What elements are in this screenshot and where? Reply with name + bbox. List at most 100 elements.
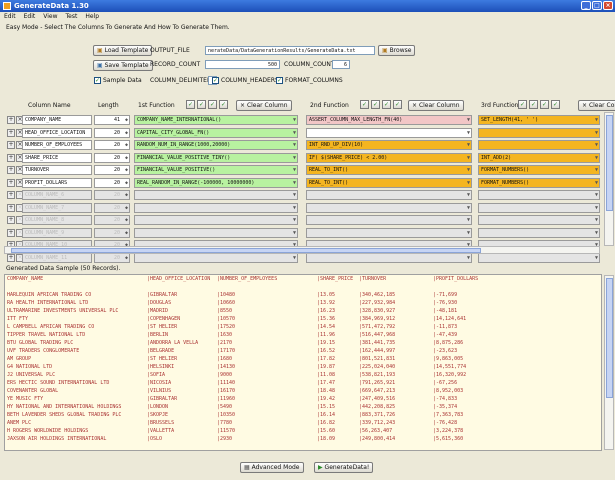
add-row-icon[interactable]: +	[7, 128, 15, 137]
dropdown-arrow-icon[interactable]: ▼	[293, 141, 296, 149]
spinner-icon[interactable]: ◆	[125, 154, 128, 162]
advanced-mode-button[interactable]: ▦ Advanced Mode	[240, 462, 304, 473]
function-2-field[interactable]: INT_RND_UP_DIV(10) ▼	[306, 140, 472, 150]
function-3-field[interactable]: INT_ADD(2) ▼	[478, 152, 600, 163]
dropdown-arrow-icon[interactable]: ▼	[293, 254, 296, 262]
dropdown-arrow-icon[interactable]: ▼	[293, 179, 296, 187]
spinner-icon[interactable]: ◆	[125, 179, 128, 187]
dropdown-arrow-icon[interactable]: ▼	[293, 129, 296, 137]
menu-edit[interactable]: Edit	[24, 12, 36, 22]
add-row-icon[interactable]: +	[7, 166, 15, 174]
check-icon[interactable]: ✓	[219, 100, 228, 109]
length-field[interactable]: 20 ◆	[94, 152, 130, 163]
table-vertical-scrollbar[interactable]	[604, 112, 614, 246]
function-1-field[interactable]: ▼	[134, 215, 298, 225]
function-3-field[interactable]: ▼	[478, 202, 600, 213]
length-field[interactable]: 20 ◆	[94, 177, 130, 188]
check-icon[interactable]: ✓	[393, 100, 402, 109]
spinner-icon[interactable]: ◆	[125, 254, 128, 262]
add-row-icon[interactable]: +	[7, 216, 15, 224]
column-name-field[interactable]: PROFIT_DOLLARS	[22, 177, 92, 188]
function-1-field[interactable]: CAPITAL_CITY_GLOBAL_FN() ▼	[134, 127, 298, 138]
function-1-field[interactable]: FINANCIAL_VALUE_POSITIVE() ▼	[134, 165, 298, 175]
dropdown-arrow-icon[interactable]: ▼	[467, 216, 470, 224]
column-name-field[interactable]: SHARE_PRICE	[22, 152, 92, 163]
function-1-field[interactable]: COMPANY_NAME_INTERNATIONAL() ▼	[134, 115, 298, 125]
column-name-field[interactable]: COLUMN_NAME_7	[22, 202, 92, 213]
function-3-field[interactable]: ▼	[478, 227, 600, 238]
clear-column-2-button[interactable]: × Clear Column	[408, 100, 464, 111]
column-name-field[interactable]: COMPANY_NAME	[22, 115, 92, 125]
function-1-field[interactable]: ▼	[134, 202, 298, 213]
clear-column-3-button[interactable]: × Clear Column	[578, 100, 615, 111]
check-all-icon[interactable]: ✓	[186, 100, 195, 109]
menu-test[interactable]: Test	[66, 12, 78, 22]
scrollbar-thumb[interactable]	[11, 248, 481, 253]
function-3-field[interactable]: SET_LENGTH(41, ' ') ▼	[478, 115, 600, 125]
save-template-button[interactable]: ▣ Save Template	[93, 60, 153, 71]
dropdown-arrow-icon[interactable]: ▼	[293, 116, 296, 124]
length-field[interactable]: 20 ◆	[94, 227, 130, 238]
dropdown-arrow-icon[interactable]: ▼	[467, 141, 470, 149]
load-template-button[interactable]: ▣ Load Template	[93, 45, 153, 56]
dropdown-arrow-icon[interactable]: ▼	[467, 116, 470, 124]
add-row-icon[interactable]: +	[7, 153, 15, 162]
function-3-field[interactable]: ▼	[478, 140, 600, 150]
dropdown-arrow-icon[interactable]: ▼	[595, 141, 598, 149]
dropdown-arrow-icon[interactable]: ▼	[595, 191, 598, 199]
function-1-field[interactable]: ▼	[134, 227, 298, 238]
add-row-icon[interactable]: +	[7, 253, 15, 262]
add-row-icon[interactable]: +	[7, 228, 15, 237]
add-row-icon[interactable]: +	[7, 116, 15, 124]
column-count-field[interactable]: 6	[332, 60, 350, 69]
function-1-field[interactable]: RANDOM_NUM_IN_RANGE(1000,20000) ▼	[134, 140, 298, 150]
dropdown-arrow-icon[interactable]: ▼	[595, 229, 598, 237]
function-1-field[interactable]: ▼	[134, 252, 298, 263]
column-name-field[interactable]: COLUMN_NAME_11	[22, 252, 92, 263]
dropdown-arrow-icon[interactable]: ▼	[293, 166, 296, 174]
generate-data-button[interactable]: ▶ GenerateData!	[314, 462, 374, 473]
spinner-icon[interactable]: ◆	[125, 116, 128, 124]
spinner-icon[interactable]: ◆	[125, 166, 128, 174]
dropdown-arrow-icon[interactable]: ▼	[467, 191, 470, 199]
function-1-field[interactable]: FINANCIAL_VALUE_POSITIVE_TINY() ▼	[134, 152, 298, 163]
check-icon[interactable]: ✓	[540, 100, 549, 109]
column-headers-checkbox[interactable]: ✓	[212, 77, 219, 84]
length-field[interactable]: 20 ◆	[94, 202, 130, 213]
dropdown-arrow-icon[interactable]: ▼	[293, 229, 296, 237]
function-2-field[interactable]: REAL_TO_INT() ▼	[306, 177, 472, 188]
spinner-icon[interactable]: ◆	[125, 204, 128, 212]
format-columns-checkbox[interactable]: ✓	[276, 77, 283, 84]
dropdown-arrow-icon[interactable]: ▼	[595, 254, 598, 262]
function-1-field[interactable]: ▼	[134, 190, 298, 200]
column-name-field[interactable]: COLUMN_NAME_8	[22, 215, 92, 225]
function-2-field[interactable]: ▼	[306, 127, 472, 138]
column-name-field[interactable]: COLUMN_NAME_6	[22, 190, 92, 200]
spinner-icon[interactable]: ◆	[125, 191, 128, 199]
dropdown-arrow-icon[interactable]: ▼	[595, 166, 598, 174]
function-3-field[interactable]: FORMAT_NUMBERS() ▼	[478, 165, 600, 175]
dropdown-arrow-icon[interactable]: ▼	[467, 179, 470, 187]
column-name-field[interactable]: COLUMN_NAME_9	[22, 227, 92, 238]
length-field[interactable]: 20 ◆	[94, 190, 130, 200]
add-row-icon[interactable]: +	[7, 141, 15, 149]
sample-vertical-scrollbar[interactable]	[604, 275, 614, 450]
function-2-field[interactable]: ▼	[306, 252, 472, 263]
menu-help[interactable]: Help	[85, 12, 99, 22]
dropdown-arrow-icon[interactable]: ▼	[467, 154, 470, 162]
function-2-field[interactable]: REAL_TO_INT() ▼	[306, 165, 472, 175]
function-3-field[interactable]: ▼	[478, 215, 600, 225]
dropdown-arrow-icon[interactable]: ▼	[293, 191, 296, 199]
scrollbar-thumb[interactable]	[606, 115, 613, 211]
dropdown-arrow-icon[interactable]: ▼	[467, 254, 470, 262]
dropdown-arrow-icon[interactable]: ▼	[467, 204, 470, 212]
function-2-field[interactable]: ASSERT_COLUMN_MAX_LENGTH_FN(40) ▼	[306, 115, 472, 125]
dropdown-arrow-icon[interactable]: ▼	[467, 166, 470, 174]
length-field[interactable]: 20 ◆	[94, 127, 130, 138]
column-name-field[interactable]: NUMBER_OF_EMPLOYEES	[22, 140, 92, 150]
function-2-field[interactable]: IF( $(SHARE_PRICE) < 2.00) ▼	[306, 152, 472, 163]
function-2-field[interactable]: ▼	[306, 190, 472, 200]
maximize-icon[interactable]: □	[592, 1, 602, 10]
spinner-icon[interactable]: ◆	[125, 129, 128, 137]
function-3-field[interactable]: ▼	[478, 190, 600, 200]
